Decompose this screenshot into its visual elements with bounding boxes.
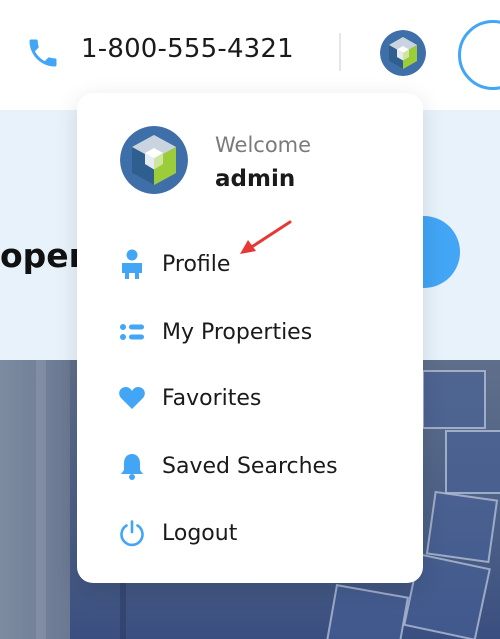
phone-icon[interactable]: [25, 35, 61, 71]
menu-item-label: Saved Searches: [162, 453, 338, 479]
user-dropdown-menu: Welcome admin Profile My Properties Favo…: [77, 93, 423, 583]
menu-item-label: Favorites: [162, 385, 262, 411]
menu-item-label: My Properties: [162, 319, 313, 345]
heart-icon: [117, 383, 147, 413]
red-arrow-icon: [240, 220, 292, 254]
power-icon: [117, 518, 147, 548]
welcome-label: Welcome: [215, 133, 312, 157]
menu-item-my-properties[interactable]: My Properties: [117, 311, 407, 353]
header-divider: [339, 33, 341, 71]
bell-icon: [117, 451, 147, 481]
menu-item-label: Profile: [162, 251, 231, 277]
list-icon: [117, 317, 147, 347]
cube-avatar-icon: [120, 126, 188, 194]
hero-title: oper: [0, 236, 85, 275]
menu-item-saved-searches[interactable]: Saved Searches: [117, 445, 407, 487]
menu-item-logout[interactable]: Logout: [117, 512, 407, 554]
menu-item-label: Logout: [162, 520, 238, 546]
menu-item-favorites[interactable]: Favorites: [117, 377, 407, 419]
header-round-button[interactable]: [458, 20, 500, 90]
phone-number[interactable]: 1-800-555-4321: [81, 34, 294, 64]
page: 1-800-555-4321 oper Welcome admin Profil…: [0, 0, 500, 639]
cube-avatar-icon[interactable]: [380, 30, 426, 76]
username-label: admin: [215, 166, 296, 192]
person-icon: [117, 249, 147, 279]
